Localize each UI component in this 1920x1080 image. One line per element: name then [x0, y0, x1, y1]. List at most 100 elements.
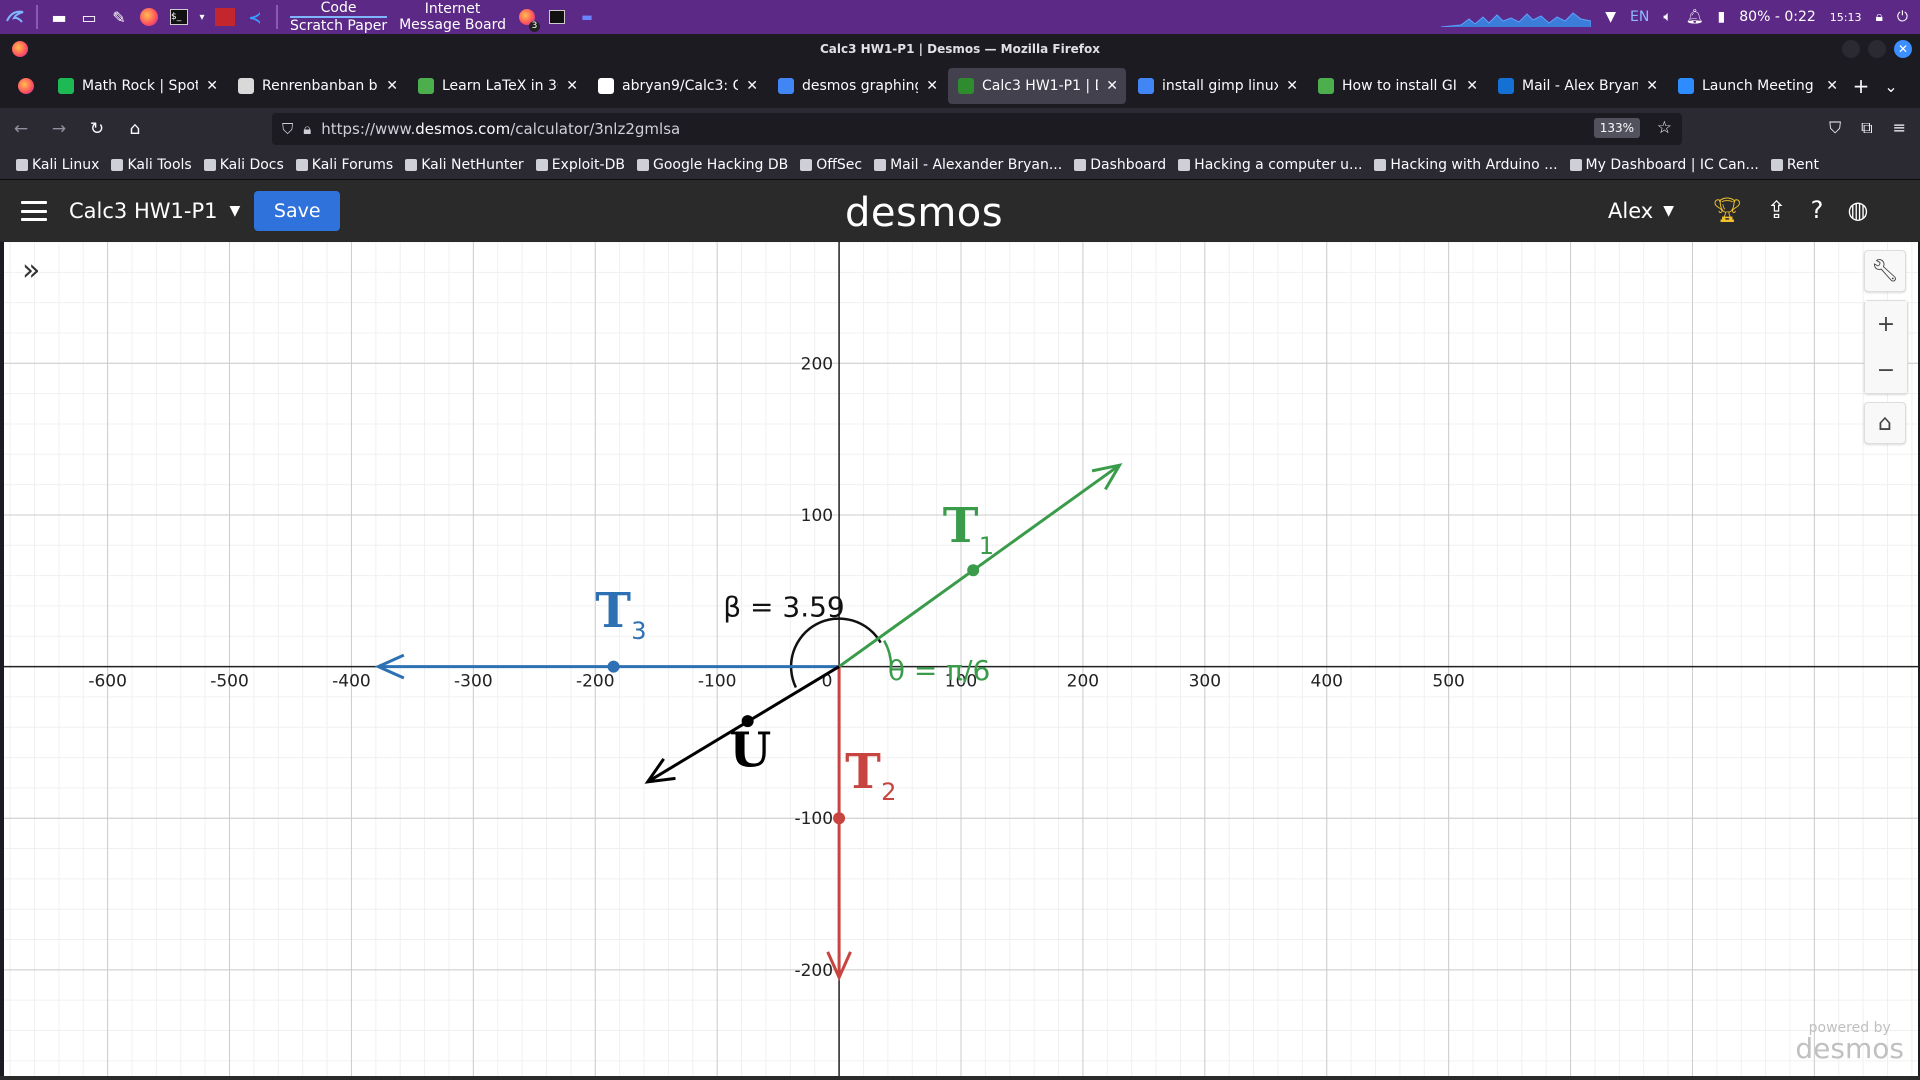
network-graph — [1441, 12, 1592, 27]
bookmark-7[interactable]: Google Hacking DB — [636, 157, 788, 173]
terminal-icon[interactable]: $_ — [166, 4, 192, 30]
default-viewport-home-icon[interactable]: ⌂ — [1864, 402, 1906, 444]
file-manager-icon[interactable]: ▭ — [76, 4, 102, 30]
close-tab-icon[interactable]: ✕ — [1646, 78, 1658, 94]
close-tab-icon[interactable]: ✕ — [386, 78, 398, 94]
tab-2[interactable]: Renrenbanban by L ✕ — [228, 68, 406, 104]
close-tab-icon[interactable]: ✕ — [1826, 78, 1838, 94]
close-tab-icon[interactable]: ✕ — [206, 78, 218, 94]
battery-status[interactable]: 80% - 0:22 — [1739, 9, 1816, 25]
redapp-icon[interactable] — [212, 4, 238, 30]
expand-expressions-icon[interactable]: » — [22, 256, 40, 286]
lock-icon[interactable]: 🔒︎ — [303, 120, 311, 138]
url-text[interactable]: https://www.desmos.com/calculator/3nlz2g… — [321, 120, 680, 138]
zoom-in-button[interactable]: + — [1865, 301, 1907, 347]
graph-title[interactable]: Calc3 HW1-P1 — [69, 199, 217, 223]
wifi-icon[interactable]: ▼ — [1605, 9, 1616, 25]
firefox-icon[interactable] — [136, 4, 162, 30]
vscode-icon[interactable]: ≺ — [242, 4, 268, 30]
list-all-tabs-button[interactable]: ⌄ — [1876, 77, 1906, 96]
lock-icon[interactable]: 🔒︎ — [1875, 9, 1882, 25]
bookmark-5[interactable]: Kali NetHunter — [405, 157, 524, 173]
back-button[interactable]: ← — [10, 118, 32, 140]
tab-3[interactable]: Learn LaTeX in 30 ✕ — [408, 68, 586, 104]
bookmark-11[interactable]: Hacking a computer u... — [1178, 157, 1362, 173]
beta-angle-arc — [789, 617, 882, 689]
tab-6[interactable]: Calc3 HW1-P1 | De ✕ — [948, 68, 1126, 104]
zoom-out-button[interactable]: − — [1865, 347, 1907, 393]
hamburger-menu-icon[interactable] — [21, 201, 47, 221]
tracking-shield-icon[interactable]: ⛉ — [282, 120, 293, 138]
bookmark-4[interactable]: Kali Forums — [295, 157, 393, 173]
close-tab-icon[interactable]: ✕ — [1466, 78, 1478, 94]
zoom-level-badge[interactable]: 133% — [1593, 118, 1640, 138]
bookmark-13[interactable]: My Dashboard | IC Can... — [1569, 157, 1759, 173]
graph-canvas[interactable]: -600 -500 -400 -300 -200 -100 0 100 200 300 400 500… — [4, 242, 1918, 1076]
trophy-icon[interactable]: 🏆︎ — [1712, 196, 1742, 224]
home-button[interactable]: ⌂ — [124, 118, 146, 140]
tab-1[interactable]: Math Rock | Spotify ✕ — [48, 68, 226, 104]
menu-icon[interactable]: ≡ — [1893, 118, 1906, 138]
maximize-button[interactable] — [1868, 40, 1886, 58]
share-icon[interactable]: ⇪ — [1766, 196, 1786, 224]
bookmark-14[interactable]: Rent — [1770, 157, 1819, 173]
bookmark-8[interactable]: OffSec — [800, 157, 862, 173]
tab-5[interactable]: desmos graphing ✕ — [768, 68, 946, 104]
bookmark-10[interactable]: Dashboard — [1074, 157, 1166, 173]
close-tab-icon[interactable]: ✕ — [746, 78, 758, 94]
tab-10[interactable]: Launch Meeting - Z ✕ — [1668, 68, 1846, 104]
tab-title: Calc3 HW1-P1 | De — [982, 78, 1098, 94]
firefox-logo-icon — [12, 41, 28, 57]
firefox-view-button[interactable] — [8, 68, 48, 104]
notifications-icon[interactable]: 🔔︎ — [1686, 9, 1704, 25]
help-icon[interactable]: ? — [1811, 196, 1824, 224]
workspace-internet[interactable]: Internet Message Board — [393, 0, 512, 34]
chevron-down-icon[interactable]: ▼ — [229, 203, 240, 219]
bookmark-12[interactable]: Hacking with Arduino ... — [1374, 157, 1558, 173]
bookmark-6[interactable]: Exploit-DB — [535, 157, 625, 173]
bookmark-1[interactable]: Kali Linux — [16, 157, 99, 173]
save-button[interactable]: Save — [254, 191, 341, 231]
bookmark-2[interactable]: Kali Tools — [111, 157, 192, 173]
bookmark-star-icon[interactable]: ☆ — [1657, 118, 1672, 138]
firefox-window-icon[interactable]: 3 — [514, 4, 541, 32]
clock[interactable]: 15:13 — [1830, 11, 1862, 24]
url-bar[interactable]: ⛉ 🔒︎ https://www.desmos.com/calculator/3… — [272, 113, 1682, 145]
tab-8[interactable]: How to install GIM ✕ — [1308, 68, 1486, 104]
close-tab-icon[interactable]: ✕ — [926, 78, 938, 94]
keyboard-layout[interactable]: EN — [1630, 9, 1649, 25]
text-editor-icon[interactable]: ✎ — [106, 4, 132, 30]
workspace-code[interactable]: Code Scratch Paper — [284, 0, 393, 34]
power-icon[interactable]: ⏻ — [1897, 9, 1908, 25]
tab-9[interactable]: Mail - Alex Bryan - ✕ — [1488, 68, 1666, 104]
forward-button[interactable]: → — [48, 118, 70, 140]
close-window-button[interactable]: ✕ — [1894, 40, 1912, 58]
offsec-icon — [800, 158, 813, 171]
pocket-icon[interactable]: ⛉ — [1829, 118, 1841, 138]
new-tab-button[interactable]: + — [1846, 74, 1876, 98]
minimize-button[interactable] — [1842, 40, 1860, 58]
battery-icon[interactable]: ▮ — [1718, 9, 1726, 25]
desktop-icon[interactable]: ▬ — [46, 4, 72, 30]
vscode-window-icon[interactable]: ▬ — [574, 4, 600, 30]
terminal-window-icon[interactable] — [544, 4, 570, 30]
language-globe-icon[interactable]: ◍ — [1847, 196, 1868, 224]
tab-4[interactable]: abryan9/Calc3: Git ✕ — [588, 68, 766, 104]
bookmark-3[interactable]: Kali Docs — [203, 157, 284, 173]
powered-by-desmos[interactable]: powered by desmos — [1795, 1020, 1904, 1063]
bookmark-9[interactable]: Mail - Alexander Bryan... — [874, 157, 1062, 173]
close-tab-icon[interactable]: ✕ — [566, 78, 578, 94]
volume-icon[interactable]: 🔈︎ — [1663, 9, 1671, 25]
reload-button[interactable]: ↻ — [86, 118, 108, 140]
graph-paper[interactable]: -600 -500 -400 -300 -200 -100 0 100 200 300 400 500… — [4, 242, 1918, 1076]
github-icon — [598, 78, 614, 94]
close-tab-icon[interactable]: ✕ — [1106, 78, 1118, 94]
user-menu[interactable]: Alex ▼ — [1608, 199, 1674, 223]
graph-settings-wrench-icon[interactable]: 🔧︎ — [1864, 250, 1906, 292]
extensions-icon[interactable]: ⧉ — [1861, 118, 1872, 138]
zoom-icon — [1678, 78, 1694, 94]
chevron-down-icon[interactable]: ▾ — [196, 4, 208, 30]
kali-menu-icon[interactable] — [2, 4, 28, 30]
close-tab-icon[interactable]: ✕ — [1286, 78, 1298, 94]
tab-7[interactable]: install gimp linux ✕ — [1128, 68, 1306, 104]
